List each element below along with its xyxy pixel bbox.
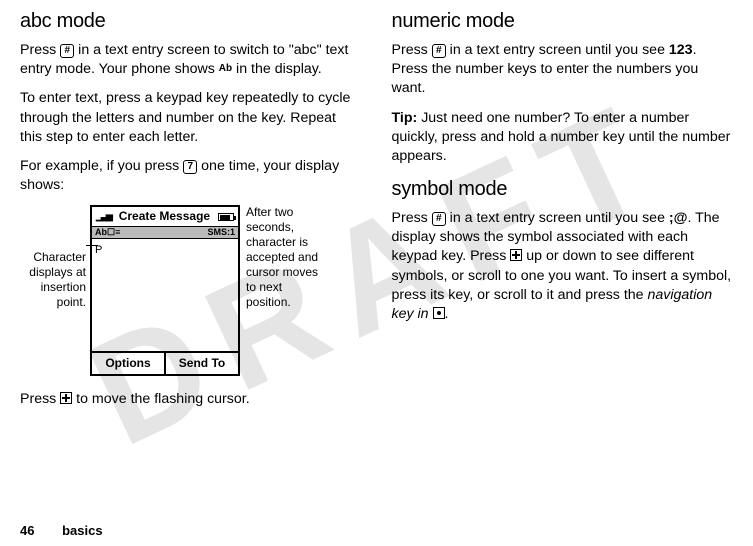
page-number: 46 [20, 523, 34, 538]
left-column: abc mode Press # in a text entry screen … [20, 8, 362, 420]
abc-para-1: Press # in a text entry screen to switch… [20, 41, 362, 79]
tip-label: Tip: [392, 110, 418, 126]
softkey-right: Send To [166, 353, 238, 374]
phone-title-text: Create Message [119, 209, 210, 224]
section-name: basics [62, 523, 102, 538]
text: in a text entry screen until you see [446, 210, 669, 226]
phone-status-right: SMS:1 [207, 227, 235, 238]
page-content: abc mode Press # in a text entry screen … [0, 0, 753, 420]
abc-mode-heading: abc mode [20, 8, 362, 35]
leader-line [86, 245, 98, 246]
nav-key-icon [510, 249, 522, 261]
phone-screen: ▁▃▅ Create Message Ab☐≡ SMS:1 P Options … [90, 205, 240, 376]
text: in a text entry screen until you see [446, 42, 669, 58]
text: Just need one number? To enter a number … [392, 110, 731, 164]
text: Press [392, 42, 432, 58]
annotation-right: After two seconds, character is accepted… [240, 205, 320, 310]
ab-indicator-icon: Ab [219, 63, 232, 74]
text: . [445, 306, 449, 322]
phone-titlebar: ▁▃▅ Create Message [92, 207, 238, 227]
123-indicator-icon: 123 [669, 42, 693, 58]
center-key-icon [433, 307, 445, 319]
numeric-para-1: Press # in a text entry screen until you… [392, 41, 734, 99]
battery-icon [218, 213, 234, 221]
abc-para-2: To enter text, press a keypad key repeat… [20, 89, 362, 147]
text: Press [20, 42, 60, 58]
phone-softkeys: Options Send To [92, 351, 238, 374]
symbol-mode-heading: symbol mode [392, 176, 734, 203]
right-column: numeric mode Press # in a text entry scr… [392, 8, 734, 420]
phone-body: P [92, 239, 238, 351]
phone-status-bar: Ab☐≡ SMS:1 [92, 227, 238, 239]
text: Press [20, 391, 60, 407]
hash-key-icon: # [60, 44, 74, 58]
signal-icon: ▁▃▅ [96, 211, 111, 222]
seven-key-icon: 7 [183, 160, 197, 174]
phone-status-left: Ab☐≡ [95, 227, 120, 238]
abc-para-3: For example, if you press 7 one time, yo… [20, 157, 362, 195]
numeric-tip: Tip: Just need one number? To enter a nu… [392, 109, 734, 167]
text: Press [392, 210, 432, 226]
symbol-para-1: Press # in a text entry screen until you… [392, 209, 734, 324]
nav-key-icon [60, 392, 72, 404]
phone-figure: Character displays at insertion point. ▁… [20, 205, 362, 376]
symbol-indicator-icon: ;@ [669, 210, 688, 226]
hash-key-icon: # [432, 44, 446, 58]
numeric-mode-heading: numeric mode [392, 8, 734, 35]
page-footer: 46 basics [20, 523, 103, 538]
hash-key-icon: # [432, 212, 446, 226]
annotation-left: Character displays at insertion point. [20, 205, 90, 310]
text: in the display. [232, 61, 322, 77]
text: For example, if you press [20, 158, 183, 174]
abc-para-4: Press to move the flashing cursor. [20, 390, 362, 409]
softkey-left: Options [92, 353, 166, 374]
text: to move the flashing cursor. [72, 391, 249, 407]
